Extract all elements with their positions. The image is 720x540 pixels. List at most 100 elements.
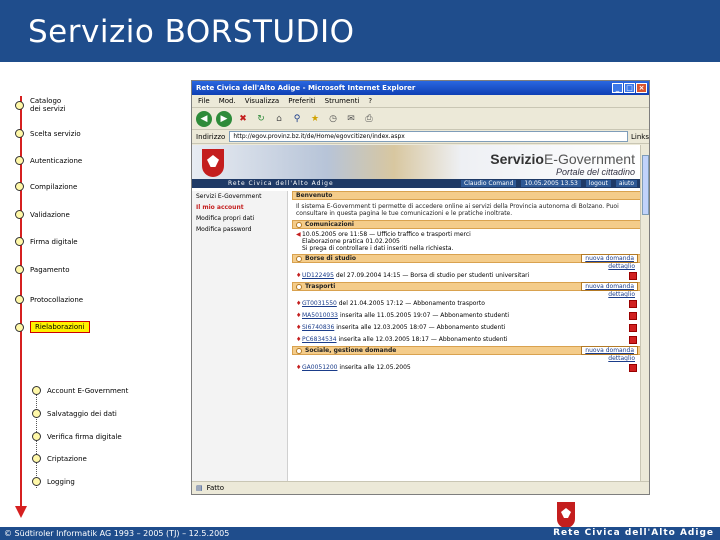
detail-link[interactable]: dettaglio [292, 291, 641, 298]
maximize-icon[interactable]: □ [624, 83, 635, 93]
close-icon[interactable]: × [636, 83, 647, 93]
flow-step-firma: Firma digitale [15, 237, 78, 246]
history-icon[interactable]: ◷ [326, 112, 340, 126]
browser-addressbar: Indirizzo http://egov.provinz.bz.it/de/H… [192, 130, 649, 144]
flow-step-rielaborazioni: Rielaborazioni [15, 321, 90, 333]
entry-text: inserita alle 12.03.2005 18:17 — Abbonam… [338, 336, 508, 343]
slide-footer: © Südtiroler Informatik AG 1993 – 2005 (… [0, 527, 720, 540]
browser-window: Rete Civica dell'Alto Adige - Microsoft … [191, 80, 650, 495]
minimize-icon[interactable]: _ [612, 83, 623, 93]
entry-code-link[interactable]: GA0051200 [302, 364, 337, 371]
links-label[interactable]: Links [631, 133, 649, 141]
welcome-header: Benvenuto [292, 191, 641, 200]
entry-text: inserita alle 12.05.2005 [339, 364, 411, 371]
list-item: ♦ SI6740836 inserita alle 12.03.2005 18:… [292, 322, 641, 334]
nav-item-dati[interactable]: Modifica propri dati [192, 213, 287, 224]
entry-code-link[interactable]: PC6834534 [302, 336, 337, 343]
list-item: ♦ GA0051200 inserita alle 12.05.2005 [292, 362, 641, 374]
step-dot-icon [15, 156, 24, 165]
step-dot-icon [32, 432, 41, 441]
flow-substep-verifica: Verifica firma digitale [32, 432, 122, 441]
section-bullet-icon [296, 255, 302, 262]
comm-line: Elaborazione pratica 01.02.2005 [302, 238, 400, 245]
comm-line: 10.05.2005 ore 11:58 — Ufficio traffico … [302, 231, 471, 238]
help-link[interactable]: aiuto [615, 180, 637, 187]
step-label: Autenticazione [30, 156, 83, 165]
scrollbar-thumb[interactable] [642, 155, 649, 215]
user-date: 10.05.2005 13.53 [521, 180, 581, 187]
refresh-icon[interactable]: ↻ [254, 112, 268, 126]
comm-title: Comunicazioni [305, 221, 354, 228]
sociale-title: Sociale, gestione domande [305, 347, 397, 354]
portal-left-nav: Servizi E-Government Il mio account Modi… [192, 191, 288, 481]
step-label: Logging [47, 477, 75, 486]
portal-banner: ServizioE-Government Portale del cittadi… [192, 145, 641, 188]
home-icon[interactable]: ⌂ [272, 112, 286, 126]
browser-titlebar: Rete Civica dell'Alto Adige - Microsoft … [192, 81, 649, 95]
vertical-scrollbar[interactable] [640, 145, 649, 482]
step-label: Account E-Government [47, 386, 129, 395]
borse-title: Borse di studio [305, 255, 357, 262]
nav-item-account[interactable]: Il mio account [192, 202, 287, 213]
detail-link[interactable]: dettaglio [292, 263, 641, 270]
entry-code-link[interactable]: SI6740836 [302, 324, 334, 331]
pdf-icon[interactable] [629, 300, 637, 308]
slide-header: Servizio BORSTUDIO [0, 0, 720, 62]
browser-title: Rete Civica dell'Alto Adige - Microsoft … [196, 84, 416, 92]
step-dot-icon [15, 182, 24, 191]
flow-substep-logging: Logging [32, 477, 75, 486]
pdf-icon[interactable] [629, 272, 637, 280]
footer-copyright: © Südtiroler Informatik AG 1993 – 2005 (… [4, 529, 230, 538]
status-text: Fatto [206, 484, 225, 492]
mail-icon[interactable]: ✉ [344, 112, 358, 126]
favorites-icon[interactable]: ★ [308, 112, 322, 126]
nav-item-servizi[interactable]: Servizi E-Government [192, 191, 287, 202]
forward-icon[interactable]: ▶ [216, 110, 232, 127]
flow-step-compilazione: Compilazione [15, 182, 77, 191]
trasporti-new-link[interactable]: nuova domanda [581, 282, 638, 291]
borse-header: Borse di studio nuova domanda [292, 254, 641, 263]
sociale-new-link[interactable]: nuova domanda [581, 346, 638, 355]
browser-statusbar: ▤ Fatto [192, 481, 649, 494]
nav-item-password[interactable]: Modifica password [192, 224, 287, 235]
pdf-icon[interactable] [629, 364, 637, 372]
entry-text: inserita alle 11.05.2005 19:07 — Abbonam… [339, 312, 510, 319]
search-icon[interactable]: ⚲ [290, 112, 304, 126]
menu-preferiti[interactable]: Preferiti [288, 97, 315, 105]
user-name: Claudio Comand [461, 180, 517, 187]
menu-visualizza[interactable]: Visualizza [245, 97, 279, 105]
menu-modifica[interactable]: Mod. [219, 97, 236, 105]
province-logo-icon [202, 149, 224, 177]
menu-help[interactable]: ? [368, 97, 372, 105]
step-label: Verifica firma digitale [47, 432, 122, 441]
back-icon[interactable]: ◀ [196, 110, 212, 127]
detail-link[interactable]: dettaglio [292, 355, 641, 362]
entry-code-link[interactable]: MA5010033 [302, 312, 338, 319]
print-icon[interactable]: ⎙ [362, 112, 376, 126]
pdf-icon[interactable] [629, 336, 637, 344]
province-logo-icon [555, 500, 577, 530]
stop-icon[interactable]: ✖ [236, 112, 250, 126]
list-item: ♦ GT0031550 del 21.04.2005 17:12 — Abbon… [292, 298, 641, 310]
comm-line: Si prega di controllare i dati inseriti … [302, 245, 454, 252]
pdf-icon[interactable] [629, 312, 637, 320]
footer-site-name: Rete Civica dell'Alto Adige [553, 528, 714, 538]
page-icon: ▤ [196, 484, 203, 492]
menu-file[interactable]: File [198, 97, 210, 105]
borse-new-link[interactable]: nuova domanda [581, 254, 638, 263]
list-item: ♦ PC6834534 inserita alle 12.03.2005 18:… [292, 334, 641, 346]
logout-link[interactable]: logout [585, 180, 611, 187]
entry-code-link[interactable]: UD122495 [302, 272, 334, 279]
step-label: Scelta servizio [30, 129, 81, 138]
flow-step-pagamento: Pagamento [15, 265, 70, 274]
menu-strumenti[interactable]: Strumenti [325, 97, 360, 105]
step-dot-icon [15, 237, 24, 246]
entry-code-link[interactable]: GT0031550 [302, 300, 337, 307]
flow-step-scelta: Scelta servizio [15, 129, 81, 138]
entry-text: del 27.09.2004 14:15 — Borsa di studio p… [335, 272, 530, 279]
portal-site-name: Rete Civica dell'Alto Adige [228, 180, 334, 187]
step-label: Compilazione [30, 182, 78, 191]
address-input[interactable]: http://egov.provinz.bz.it/de/Home/egovci… [229, 131, 629, 142]
pdf-icon[interactable] [629, 324, 637, 332]
entry-text: inserita alle 12.03.2005 18:07 — Abbonam… [336, 324, 506, 331]
